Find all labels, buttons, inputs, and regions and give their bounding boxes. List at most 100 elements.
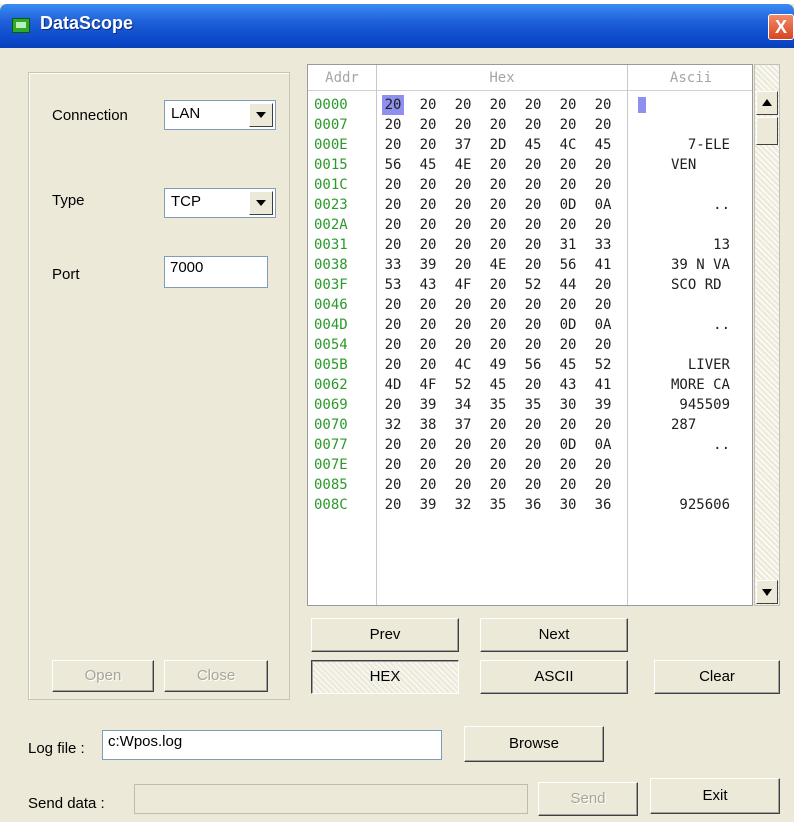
hex-byte[interactable]: 56 — [557, 255, 579, 275]
hex-byte[interactable]: 52 — [522, 275, 544, 295]
vertical-scrollbar[interactable] — [754, 64, 780, 606]
row-ascii[interactable] — [638, 95, 738, 115]
hex-row[interactable]: 0031 20 20 20 20 20 31 33 13 — [308, 235, 752, 255]
row-ascii[interactable]: 287 — [630, 415, 730, 435]
hex-byte[interactable]: 20 — [557, 475, 579, 495]
hex-viewer[interactable]: Addr Hex Ascii 0000 20 20 20 20 20 20 20 0007 20 2… — [307, 64, 753, 606]
hex-byte[interactable]: 31 — [557, 235, 579, 255]
hex-byte[interactable]: 45 — [487, 375, 509, 395]
port-input[interactable]: 7000 — [164, 256, 268, 288]
next-button[interactable]: Next — [480, 618, 628, 652]
hex-byte[interactable]: 20 — [452, 295, 474, 315]
hex-row[interactable]: 005B 20 20 4C 49 56 45 52 LIVER — [308, 355, 752, 375]
hex-byte[interactable]: 20 — [452, 255, 474, 275]
hex-byte[interactable]: 20 — [592, 455, 614, 475]
hex-byte[interactable]: 20 — [382, 295, 404, 315]
hex-byte[interactable]: 36 — [592, 495, 614, 515]
hex-byte[interactable]: 4D — [382, 375, 404, 395]
hex-byte[interactable]: 33 — [592, 235, 614, 255]
hex-byte[interactable]: 20 — [487, 295, 509, 315]
hex-byte[interactable]: 20 — [487, 115, 509, 135]
row-ascii[interactable]: SCO RD — [630, 275, 730, 295]
hex-byte[interactable]: 20 — [487, 275, 509, 295]
row-ascii[interactable]: LIVER — [630, 355, 730, 375]
hex-byte[interactable]: 0D — [557, 195, 579, 215]
hex-byte[interactable]: 20 — [382, 335, 404, 355]
hex-byte[interactable]: 20 — [452, 215, 474, 235]
hex-byte[interactable]: 43 — [557, 375, 579, 395]
hex-row[interactable]: 0015 56 45 4E 20 20 20 20 VEN — [308, 155, 752, 175]
hex-byte[interactable]: 20 — [417, 195, 439, 215]
hex-byte[interactable]: 20 — [382, 435, 404, 455]
row-ascii[interactable]: .. — [630, 315, 730, 335]
hex-byte[interactable]: 20 — [487, 435, 509, 455]
hex-byte[interactable]: 32 — [382, 415, 404, 435]
hex-byte[interactable]: 32 — [452, 495, 474, 515]
hex-byte[interactable]: 20 — [592, 215, 614, 235]
hex-byte[interactable]: 20 — [382, 455, 404, 475]
hex-byte[interactable]: 0A — [592, 195, 614, 215]
send-data-input[interactable] — [134, 784, 528, 814]
row-ascii[interactable]: 7-ELE — [630, 135, 730, 155]
hex-byte[interactable]: 35 — [522, 395, 544, 415]
hex-byte[interactable]: 20 — [417, 475, 439, 495]
hex-byte[interactable]: 4F — [417, 375, 439, 395]
hex-byte[interactable]: 20 — [557, 415, 579, 435]
hex-byte[interactable]: 20 — [452, 315, 474, 335]
hex-byte[interactable]: 37 — [452, 135, 474, 155]
hex-byte[interactable]: 20 — [382, 395, 404, 415]
hex-byte[interactable]: 20 — [522, 475, 544, 495]
hex-byte[interactable]: 20 — [557, 175, 579, 195]
hex-byte[interactable]: 20 — [522, 235, 544, 255]
hex-byte[interactable]: 45 — [592, 135, 614, 155]
hex-byte[interactable]: 4E — [452, 155, 474, 175]
hex-row[interactable]: 0007 20 20 20 20 20 20 20 — [308, 115, 752, 135]
hex-byte[interactable]: 20 — [417, 235, 439, 255]
row-ascii[interactable]: 925606 — [630, 495, 730, 515]
hex-byte[interactable]: 37 — [452, 415, 474, 435]
chevron-down-icon[interactable] — [249, 103, 273, 127]
scroll-thumb[interactable] — [756, 117, 778, 145]
hex-byte[interactable]: 41 — [592, 375, 614, 395]
hex-byte[interactable]: 34 — [452, 395, 474, 415]
row-ascii[interactable]: 39 N VA — [630, 255, 730, 275]
hex-byte[interactable]: 20 — [592, 275, 614, 295]
hex-byte[interactable]: 45 — [557, 355, 579, 375]
hex-row[interactable]: 0054 20 20 20 20 20 20 20 — [308, 335, 752, 355]
type-select[interactable]: TCP — [164, 188, 276, 218]
hex-byte[interactable]: 20 — [592, 155, 614, 175]
hex-byte[interactable]: 44 — [557, 275, 579, 295]
hex-byte[interactable]: 20 — [522, 255, 544, 275]
row-ascii[interactable]: 13 — [630, 235, 730, 255]
hex-row[interactable]: 0023 20 20 20 20 20 0D 0A.. — [308, 195, 752, 215]
hex-byte[interactable]: 30 — [557, 395, 579, 415]
hex-row[interactable]: 0085 20 20 20 20 20 20 20 — [308, 475, 752, 495]
title-bar[interactable]: DataScope X — [0, 4, 794, 48]
hex-byte[interactable]: 20 — [487, 95, 509, 115]
hex-byte[interactable]: 20 — [522, 415, 544, 435]
hex-row[interactable]: 0077 20 20 20 20 20 0D 0A.. — [308, 435, 752, 455]
prev-button[interactable]: Prev — [311, 618, 459, 652]
hex-byte[interactable]: 20 — [557, 95, 579, 115]
hex-byte[interactable]: 20 — [487, 155, 509, 175]
hex-byte[interactable]: 20 — [557, 295, 579, 315]
hex-byte[interactable]: 20 — [382, 475, 404, 495]
hex-byte[interactable]: 20 — [487, 235, 509, 255]
hex-byte[interactable]: 20 — [522, 115, 544, 135]
scroll-up-icon[interactable] — [756, 91, 778, 115]
hex-byte[interactable]: 4E — [487, 255, 509, 275]
hex-byte[interactable]: 20 — [487, 455, 509, 475]
hex-byte[interactable]: 20 — [522, 95, 544, 115]
hex-byte[interactable]: 0A — [592, 315, 614, 335]
hex-byte[interactable]: 20 — [452, 335, 474, 355]
hex-byte[interactable]: 20 — [592, 295, 614, 315]
hex-byte[interactable]: 4F — [452, 275, 474, 295]
hex-byte[interactable]: 20 — [557, 215, 579, 235]
hex-byte[interactable]: 36 — [522, 495, 544, 515]
open-button[interactable]: Open — [52, 660, 154, 692]
hex-byte[interactable]: 2D — [487, 135, 509, 155]
hex-byte[interactable]: 20 — [417, 455, 439, 475]
hex-byte[interactable]: 20 — [592, 95, 614, 115]
hex-byte[interactable]: 20 — [417, 215, 439, 235]
hex-byte[interactable]: 52 — [592, 355, 614, 375]
